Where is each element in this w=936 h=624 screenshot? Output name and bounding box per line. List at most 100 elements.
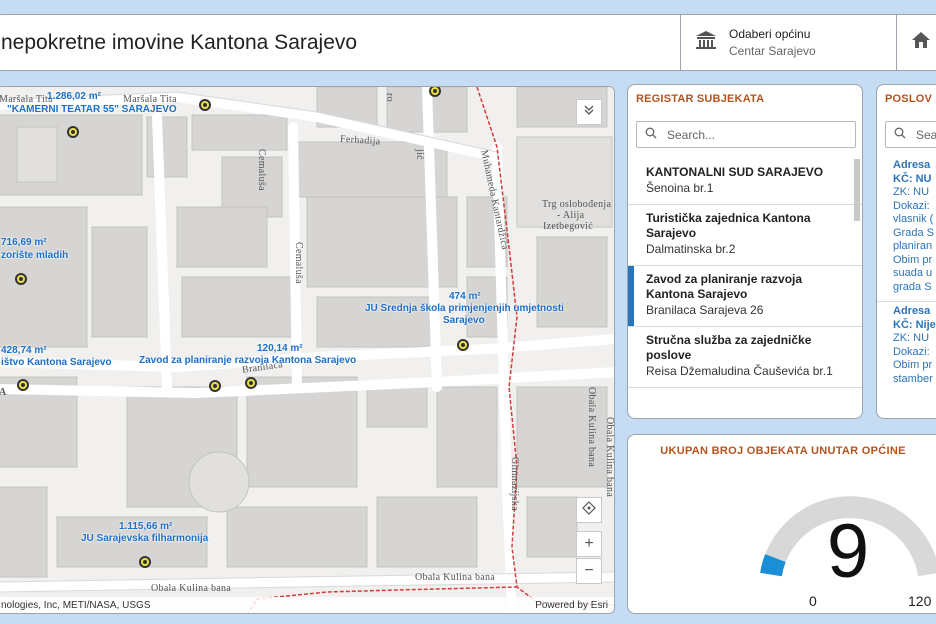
street-label: Trg oslobođenja <box>542 199 612 210</box>
properties-list[interactable]: Adresa KČ: NU ZK: NU Dokazi: vlasnik (Grada … <box>877 159 936 418</box>
property-detail-line: grada S <box>893 280 932 293</box>
municipality-selector-value: Centar Sarajevo <box>729 44 816 58</box>
map-view[interactable]: Maršala Tita Maršala Tita Ferhadija Cema… <box>0 86 615 614</box>
registry-panel: REGISTAR SUBJEKATA Search... KANTONALNI … <box>627 84 863 419</box>
property-marker[interactable] <box>17 379 29 391</box>
property-area-label: 1.115,66 m² <box>119 521 173 532</box>
property-area-label: 716,69 m² <box>1 237 47 248</box>
municipality-selector-label: Odaberi općinu <box>729 27 811 41</box>
property-name-label: JU Sarajevska filharmonija <box>81 533 209 544</box>
properties-panel: POSLOV Sea Adresa KČ: NU ZK: NU Dokazi: vlas… <box>876 84 936 419</box>
chevron-double-down-icon <box>583 103 595 121</box>
home-icon <box>911 30 931 55</box>
locate-button[interactable] <box>576 497 602 523</box>
list-item[interactable]: KANTONALNI SUD SARAJEVO Šenoina br.1 <box>628 159 862 205</box>
collapse-button[interactable] <box>576 99 602 125</box>
property-marker[interactable] <box>245 377 257 389</box>
properties-title: POSLOV <box>885 93 933 105</box>
properties-search[interactable]: Sea <box>885 121 936 148</box>
item-address: Dalmatinska br.2 <box>646 242 736 256</box>
list-item[interactable]: Turistička zajednica Kantona Sarajevo Da… <box>628 205 862 266</box>
property-detail-line: Obim pr <box>893 253 933 266</box>
property-marker[interactable] <box>209 380 221 392</box>
property-detail-line: vlasnik ( <box>893 213 934 225</box>
street-label: Obala Kulina bana <box>586 387 597 468</box>
property-area-label: 1.286,02 m² <box>47 91 101 102</box>
street-label: A <box>0 387 7 398</box>
street-label: Obala Kulina bana <box>151 583 232 594</box>
property-marker[interactable] <box>199 99 211 111</box>
property-marker[interactable] <box>139 556 151 568</box>
item-name: Turistička zajednica Kantona Sarajevo <box>646 211 811 240</box>
property-marker[interactable] <box>15 273 27 285</box>
property-name-label: JU Srednja škola primjenjenjih umjetnost… <box>365 303 564 314</box>
properties-search-input[interactable]: Sea <box>916 128 936 142</box>
street-label: - Alija <box>557 210 585 221</box>
zoom-out-button[interactable]: − <box>576 558 602 584</box>
registry-search-input[interactable]: Search... <box>667 128 715 142</box>
property-marker[interactable] <box>67 126 79 138</box>
registry-list: KANTONALNI SUD SARAJEVO Šenoina br.1 Tur… <box>628 159 862 418</box>
street-label: Cemaluša <box>256 149 267 191</box>
property-detail-line: stamber <box>893 372 933 385</box>
property-marker[interactable] <box>457 339 469 351</box>
property-detail-line: Dokazi: <box>893 199 930 212</box>
property-name-label: Sarajevo <box>443 315 485 326</box>
municipality-selector[interactable]: Odaberi općinu Centar Sarajevo <box>680 15 896 70</box>
gauge-max: 120 <box>908 593 932 609</box>
street-label: Izetbegović <box>543 221 593 232</box>
street-label: Gimnazijska <box>509 457 520 511</box>
gauge-value: 9 <box>826 509 870 594</box>
search-icon <box>645 127 657 142</box>
property-detail-line: Obim pr <box>893 359 933 371</box>
property-detail-line: KČ: NU <box>893 172 932 185</box>
street-label: Obala Kulina bana <box>604 417 615 498</box>
property-selector[interactable] <box>896 15 936 70</box>
list-item-selected[interactable]: Zavod za planiranje razvoja Kantona Sara… <box>628 266 862 327</box>
item-address: Branilaca Sarajeva 26 <box>646 303 764 317</box>
gauge-min: 0 <box>809 593 817 609</box>
registry-title: REGISTAR SUBJEKATA <box>636 93 765 105</box>
item-name: Stručna služba za zajedničke poslove <box>646 333 812 362</box>
list-item[interactable]: Stručna služba za zajedničke poslove Rei… <box>628 327 862 388</box>
property-detail-line: ZK: NU <box>893 332 930 344</box>
item-name: Zavod za planiranje razvoja Kantona Sara… <box>646 272 803 301</box>
property-name-label: zorište mladih <box>1 250 69 261</box>
gauge-panel: UKUPAN BROJ OBJEKATA UNUTAR OPĆINE 9 0 1… <box>627 434 936 614</box>
property-detail-line: planiran <box>893 240 933 252</box>
property-name-label: Zavod za planiranje razvoja Kantona Sara… <box>139 355 357 366</box>
street-label: ro <box>384 93 395 102</box>
property-detail-line: ZK: NU <box>893 186 930 198</box>
property-detail-line: Dokazi: <box>893 345 930 358</box>
item-address: Šenoina br.1 <box>646 181 714 195</box>
registry-scrollbar[interactable] <box>854 159 860 221</box>
street-label: jić <box>414 149 425 160</box>
attribution-text: nologies, Inc, METI/NASA, USGS <box>1 599 151 611</box>
property-name-label: "KAMERNI TEATAR 55" SARAJEVO <box>7 104 177 115</box>
gauge-chart <box>760 496 936 577</box>
property-detail-line: Adresa <box>893 305 931 317</box>
search-icon <box>894 127 906 142</box>
zoom-in-button[interactable]: + <box>576 531 602 557</box>
property-detail-line: Adresa <box>893 159 931 171</box>
app-header: nepokretne imovine Kantona Sarajevo Odab… <box>0 14 936 71</box>
property-detail-line: KČ: Nije <box>893 318 936 331</box>
property-detail-line: Grada S <box>893 226 934 239</box>
locate-icon <box>582 500 596 520</box>
street-label: Obala Kulina bana <box>415 572 496 583</box>
property-area-label: 474 m² <box>449 291 481 302</box>
esri-link[interactable]: Powered by Esri <box>535 600 608 611</box>
property-detail-line: suada u <box>893 267 933 279</box>
property-area-label: 120,14 m² <box>257 343 303 354</box>
item-name: KANTONALNI SUD SARAJEVO <box>646 165 824 179</box>
property-area-label: 428,74 m² <box>1 345 47 356</box>
registry-search[interactable]: Search... <box>636 121 856 148</box>
app-title: nepokretne imovine Kantona Sarajevo <box>1 30 358 54</box>
map-attribution: nologies, Inc, METI/NASA, USGS Powered b… <box>0 597 614 613</box>
property-name-label: ištvo Kantona Sarajevo <box>1 357 112 368</box>
building-icon <box>695 30 717 55</box>
item-address: Reisa Džemaludina Čauševića br.1 <box>646 364 833 378</box>
street-label: Cemaluša <box>293 242 304 284</box>
property-detail-line <box>877 294 936 302</box>
gauge-fill <box>760 554 786 577</box>
